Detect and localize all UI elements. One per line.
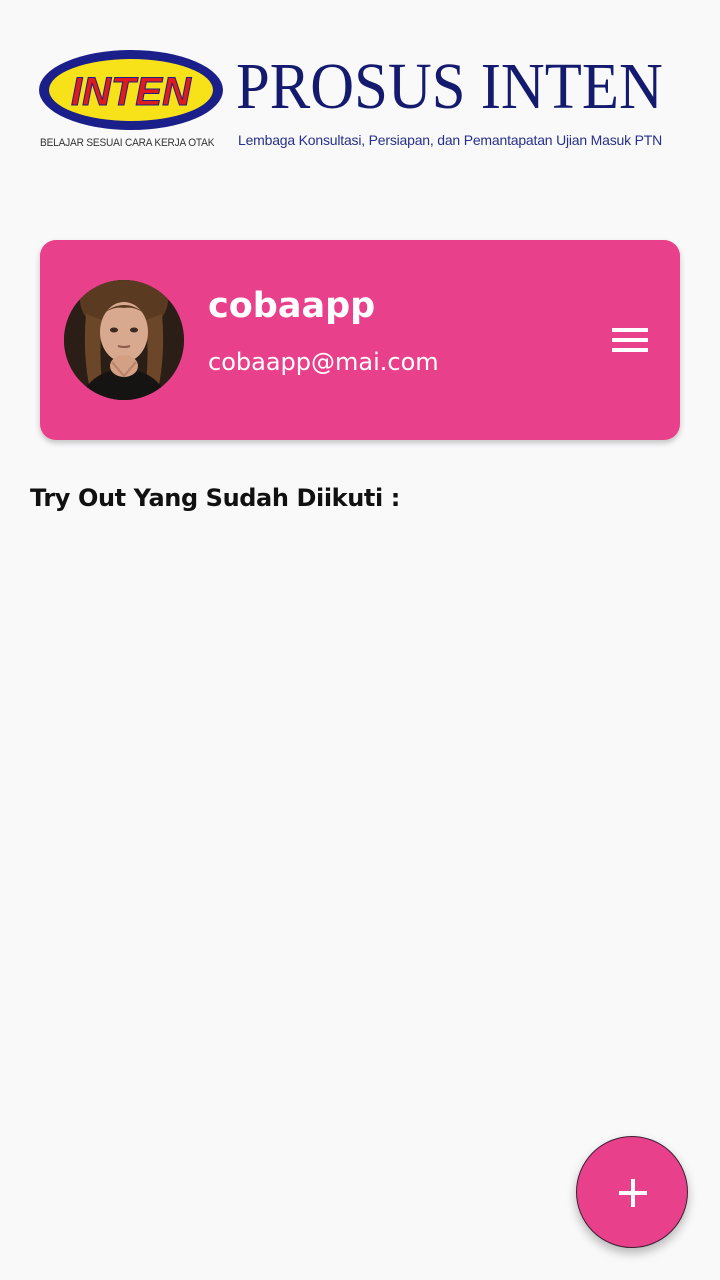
tryout-list <box>30 530 690 1090</box>
tryout-section-heading: Try Out Yang Sudah Diikuti : <box>30 484 400 512</box>
avatar <box>64 280 184 400</box>
plus-icon-stroke <box>631 1179 635 1207</box>
brand-tagline: BELAJAR SESUAI CARA KERJA OTAK <box>40 137 215 149</box>
hamburger-menu-button[interactable] <box>600 318 660 364</box>
brand-subtitle: Lembaga Konsultasi, Persiapan, dan Peman… <box>238 132 662 148</box>
home-screen: INTEN BELAJAR SESUAI CARA KERJA OTAK PRO… <box>0 0 720 1280</box>
hamburger-menu-icon <box>612 328 648 332</box>
brand-banner: INTEN BELAJAR SESUAI CARA KERJA OTAK PRO… <box>38 48 686 158</box>
profile-email: cobaapp@mai.com <box>208 348 439 376</box>
hamburger-menu-icon-bar <box>612 338 648 342</box>
hamburger-menu-icon-bar <box>612 348 648 352</box>
svg-text:INTEN: INTEN <box>71 70 192 114</box>
profile-card: cobaapp cobaapp@mai.com <box>40 240 680 440</box>
brand-title: PROSUS INTEN <box>236 50 663 123</box>
add-tryout-button[interactable] <box>576 1136 688 1248</box>
profile-name: cobaapp <box>208 286 376 326</box>
